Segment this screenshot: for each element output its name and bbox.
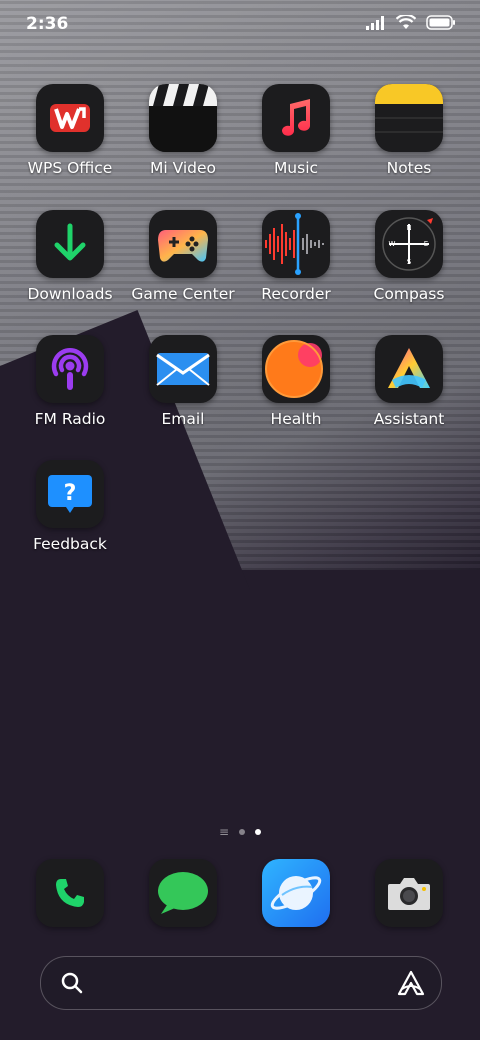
app-label: Email [161,410,205,428]
mi-video-icon [149,84,217,152]
app-assistant[interactable]: Assistant [353,335,465,428]
health-icon [262,335,330,403]
phone-icon[interactable] [36,859,104,927]
page-dot-active [255,829,262,835]
app-fm-radio[interactable]: FM Radio [14,335,126,428]
app-wps-office[interactable]: WPS Office [14,84,126,177]
app-label: Recorder [261,285,331,303]
downloads-icon [36,210,104,278]
page-list-icon: ≡ [218,825,230,839]
app-notes[interactable]: Notes [353,84,465,177]
status-time: 2:36 [26,14,69,34]
compass-n: N [406,224,411,232]
compass-e: E [424,240,428,248]
svg-text:?: ? [64,481,77,506]
assistant-shortcut-icon[interactable] [397,970,425,996]
messages-icon[interactable] [149,859,217,927]
browser-icon[interactable] [262,859,330,927]
app-label: Health [270,410,322,428]
status-bar: 2:36 [0,0,480,50]
home-screen: 2:36 WPS Office Mi Video Music Notes Dow… [0,0,480,1040]
wifi-icon [396,15,416,29]
app-health[interactable]: Health [240,335,352,428]
feedback-icon: ? [36,460,104,528]
app-game-center[interactable]: Game Center [127,210,239,303]
app-mi-video[interactable]: Mi Video [127,84,239,177]
app-label: Game Center [131,285,235,303]
search-bar[interactable] [40,956,442,1010]
music-icon [262,84,330,152]
app-label: Downloads [27,285,113,303]
battery-icon [426,15,455,30]
app-label: Mi Video [149,159,217,177]
notes-icon [375,84,443,152]
camera-icon[interactable] [375,859,443,927]
app-label: Notes [386,159,432,177]
app-compass[interactable]: N S E W Compass [353,210,465,303]
compass-s: S [407,258,412,266]
page-dot [239,829,246,835]
game-center-icon [149,210,217,278]
signal-icon [366,15,384,30]
app-music[interactable]: Music [240,84,352,177]
app-recorder[interactable]: Recorder [240,210,352,303]
assistant-icon [375,335,443,403]
app-label: FM Radio [34,410,106,428]
app-label: Assistant [373,410,445,428]
compass-icon: N S E W [375,210,443,278]
app-label: Music [273,159,319,177]
wps-office-icon [36,84,104,152]
page-indicator[interactable]: ≡ [0,825,480,839]
app-downloads[interactable]: Downloads [14,210,126,303]
recorder-icon [262,210,330,278]
app-label: Compass [373,285,445,303]
fm-radio-icon [36,335,104,403]
app-label: Feedback [33,535,107,553]
app-label: WPS Office [27,159,113,177]
app-feedback[interactable]: ? Feedback [14,460,126,553]
search-icon[interactable] [61,972,83,994]
app-email[interactable]: Email [127,335,239,428]
email-icon [149,335,217,403]
compass-w: W [389,240,396,248]
